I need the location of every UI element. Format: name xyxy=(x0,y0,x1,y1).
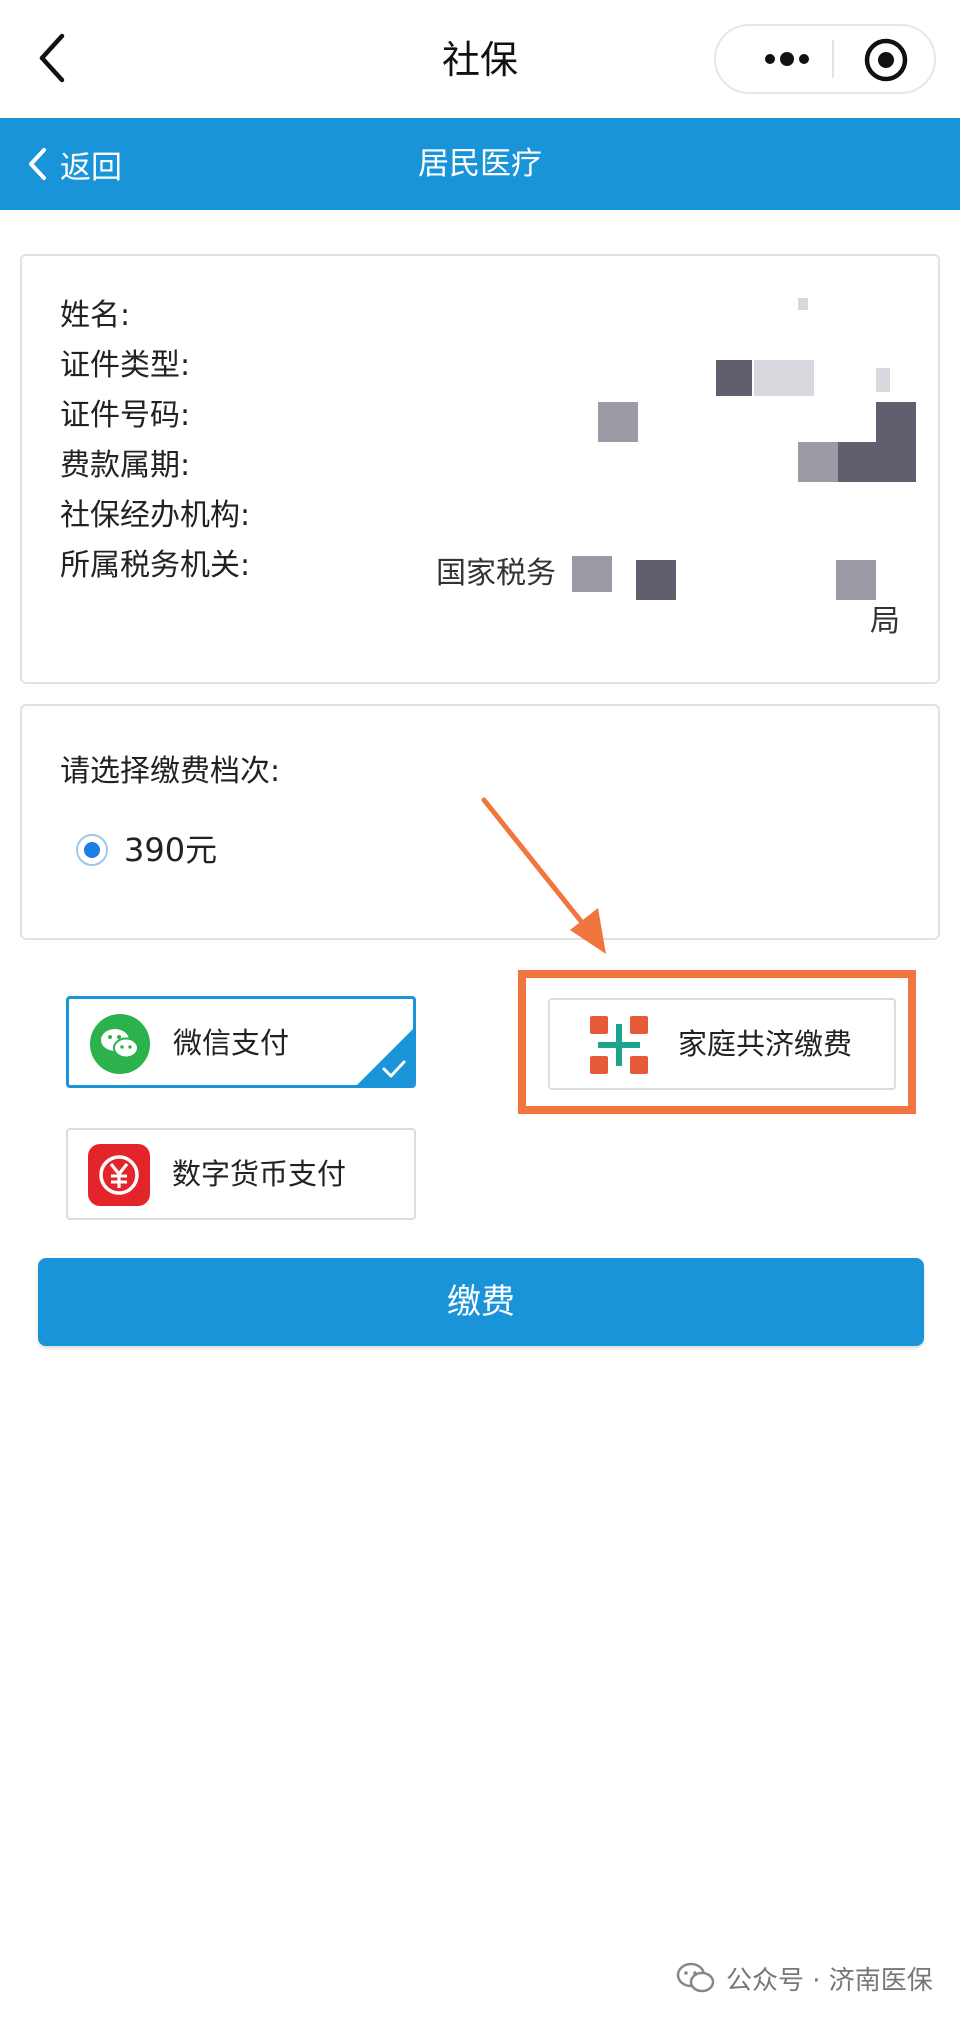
wechat-icon xyxy=(90,1014,150,1074)
annotation-arrow-icon xyxy=(481,797,606,954)
redacted-id-type xyxy=(716,360,752,396)
redacted-id-type xyxy=(876,368,890,392)
page-title: 居民医疗 xyxy=(418,146,542,182)
tax-authority-value: 国家税务 xyxy=(436,556,556,591)
annotation-highlight-box xyxy=(518,970,916,1114)
mini-program-topbar: 社保 xyxy=(0,0,960,118)
close-mini-program-icon[interactable] xyxy=(862,36,910,84)
pay-submit-button[interactable]: 缴费 xyxy=(38,1258,924,1346)
digital-rmb-icon xyxy=(88,1144,150,1206)
page-header: 返回 居民医疗 xyxy=(0,118,960,210)
redacted-fee-period xyxy=(838,442,916,482)
redacted-tax-authority xyxy=(636,560,676,600)
redacted-name xyxy=(798,298,808,310)
wechat-pay-label: 微信支付 xyxy=(173,1026,290,1060)
wechat-pay-button[interactable]: 微信支付 xyxy=(66,996,416,1088)
tax-authority-label: 所属税务机关: xyxy=(60,548,251,583)
insured-info-card: 姓名: 证件类型: 证件号码: 费款属期: 社保经办机构: 所属税务机关: 国家… xyxy=(20,254,940,684)
watermark: 公众号 · 济南医保 xyxy=(676,1958,933,1998)
tax-authority-suffix: 局 xyxy=(870,604,900,639)
fee-period-label: 费款属期: xyxy=(60,448,191,483)
redacted-id-type xyxy=(754,360,814,396)
agency-label: 社保经办机构: xyxy=(60,498,251,533)
checkmark-icon xyxy=(382,1060,406,1078)
digital-currency-pay-label: 数字货币支付 xyxy=(172,1157,347,1191)
capsule-divider xyxy=(832,40,834,78)
digital-currency-pay-button[interactable]: 数字货币支付 xyxy=(66,1128,416,1220)
id-type-label: 证件类型: xyxy=(60,348,191,383)
name-label: 姓名: xyxy=(60,298,131,333)
redacted-tax-authority xyxy=(836,560,876,600)
redacted-fee-period xyxy=(798,442,838,482)
tier-value[interactable]: 390元 xyxy=(124,828,217,872)
redacted-id-number xyxy=(876,402,916,442)
capsule-menu xyxy=(714,24,936,94)
more-options-icon[interactable] xyxy=(742,26,832,92)
watermark-text: 公众号 · 济南医保 xyxy=(726,1965,933,1996)
wechat-official-account-icon xyxy=(676,1962,715,1993)
redacted-tax-authority xyxy=(572,556,612,592)
tier-radio-selected[interactable] xyxy=(76,834,108,866)
id-number-label: 证件号码: xyxy=(60,398,191,433)
redacted-id-number xyxy=(598,402,638,442)
tier-label: 请选择缴费档次: xyxy=(60,754,281,789)
